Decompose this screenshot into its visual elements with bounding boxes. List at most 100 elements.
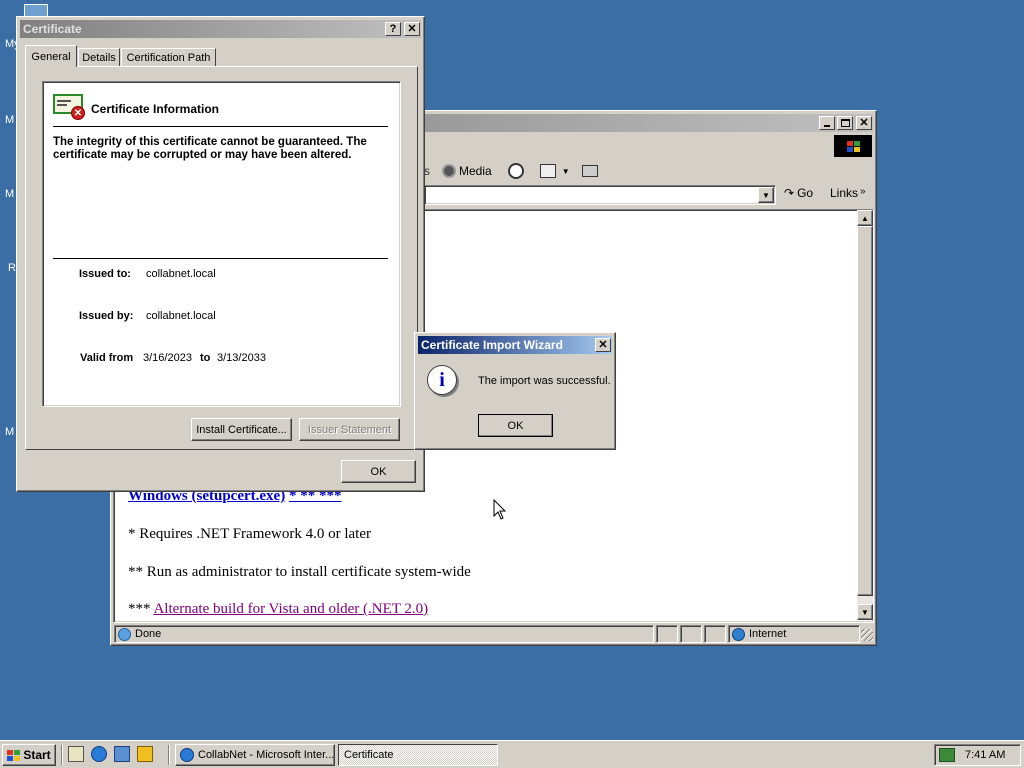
address-row: ▼ ↷ Go Links » [424,184,876,206]
tab-general[interactable]: General [25,45,77,67]
zone-label: Internet [749,628,787,640]
desktop-icon-label[interactable]: M [5,114,14,126]
internet-explorer-icon[interactable] [91,746,107,762]
desktop-icon-label[interactable]: M [5,188,14,200]
import-wizard-title: Certificate Import Wizard [421,338,563,352]
media-label: Media [459,164,492,178]
desktop-icon-label[interactable]: M [5,426,14,438]
issued-to-label: Issued to: [79,268,131,280]
minimize-button[interactable] [819,116,835,130]
status-panel-b [680,625,702,643]
close-icon: ✕ [407,22,417,35]
alternate-build-link[interactable]: Alternate build for Vista and older (.NE… [153,601,428,617]
internet-globe-icon [732,627,745,641]
chevron-right-double-icon: » [860,186,866,197]
status-text-panel: Done [114,625,654,643]
maximize-icon [840,119,850,127]
info-heading: Certificate Information [91,102,220,116]
windows-logo-throbber [834,135,872,157]
clock[interactable]: 7:41 AM [965,749,1005,761]
maximize-button[interactable] [837,116,853,130]
start-button[interactable]: Start [2,744,56,766]
tab-certification-path[interactable]: Certification Path [121,48,216,67]
browser-toolbar: s Media ▼ [424,159,874,183]
media-player-icon[interactable] [137,746,153,762]
certificate-dialog: Certificate ? ✕ General Details Certific… [16,16,425,492]
tab-panel: ✕ Certificate Information The integrity … [25,66,418,450]
info-icon: i [427,365,457,395]
tab-general-label: General [31,50,71,63]
outlook-express-icon[interactable] [114,746,130,762]
help-button[interactable]: ? [385,22,401,36]
heading-divider [53,126,388,127]
content-line-3: ** Run as administrator to install certi… [128,564,471,580]
close-icon: ✕ [598,338,608,351]
tab-certification-path-label: Certification Path [126,52,211,64]
resize-grip-icon[interactable] [861,629,873,641]
import-message: The import was successful. [478,375,611,387]
content-line-4-prefix: *** [128,601,151,617]
close-button[interactable]: ✕ [856,116,872,130]
status-text: Done [135,628,162,640]
content-line-4: *** Alternate build for Vista and older … [128,601,428,618]
task-label: CollabNet - Microsoft Inter... [198,749,334,761]
details-divider [53,258,388,259]
history-icon[interactable] [507,163,524,179]
desktop-icon-label[interactable]: R [8,262,16,274]
issuer-statement-button[interactable]: Issuer Statement [299,418,400,441]
start-label: Start [23,748,51,762]
address-input[interactable] [424,185,776,205]
go-button[interactable]: ↷ Go [784,186,813,200]
media-button[interactable]: Media [442,164,492,178]
valid-to-value: 3/13/2033 [217,352,266,364]
issued-to-value: collabnet.local [146,268,216,280]
ok-button[interactable]: OK [478,414,553,437]
task-label: Certificate [344,749,394,761]
windows-flag-icon [846,140,860,152]
issued-by-value: collabnet.local [146,310,216,322]
valid-to-label: to [200,352,211,364]
page-done-icon [118,627,131,641]
media-icon [442,164,456,178]
taskbar-separator [168,745,170,765]
internet-explorer-icon [180,748,194,762]
valid-from-value: 3/16/2023 [143,352,192,364]
network-icon[interactable] [939,748,955,762]
tab-details-label: Details [82,52,116,64]
certificate-titlebar[interactable]: Certificate ? ✕ [20,20,421,38]
scroll-up-button[interactable]: ▲ [857,210,873,226]
zone-panel: Internet [728,625,860,643]
chevron-down-icon: ▼ [762,190,770,200]
taskbar: Start CollabNet - Microsoft Inter... Cer… [0,740,1024,768]
certificate-error-icon: ✕ [53,92,85,120]
close-button[interactable]: ✕ [595,338,611,352]
mail-icon[interactable] [539,164,556,178]
certificate-title: Certificate [23,22,82,36]
print-icon[interactable] [581,165,598,177]
task-button-browser[interactable]: CollabNet - Microsoft Inter... [175,744,335,766]
address-dropdown-button[interactable]: ▼ [758,187,774,203]
tab-details[interactable]: Details [78,48,120,67]
links-label: Links [830,186,859,200]
go-label: Go [797,186,814,200]
windows-flag-icon [7,749,21,761]
mouse-cursor-icon [493,499,507,520]
help-icon: ? [389,22,397,35]
ok-button[interactable]: OK [341,460,416,483]
scroll-thumb[interactable] [857,226,873,596]
task-button-certificate[interactable]: Certificate [338,744,498,766]
quick-launch [68,746,153,762]
status-panel-a [656,625,678,643]
integrity-warning: The integrity of this certificate cannot… [53,136,367,161]
links-button[interactable]: Links » [830,186,866,200]
import-wizard-dialog: Certificate Import Wizard ✕ i The import… [414,332,616,450]
mail-dropdown-icon[interactable]: ▼ [562,167,570,176]
arrow-down-icon: ▼ [861,607,869,617]
issued-by-label: Issued by: [79,310,134,322]
install-certificate-button[interactable]: Install Certificate... [191,418,292,441]
close-button[interactable]: ✕ [404,22,420,36]
import-wizard-titlebar[interactable]: Certificate Import Wizard ✕ [418,336,612,354]
show-desktop-icon[interactable] [68,746,84,762]
vertical-scrollbar[interactable]: ▲ ▼ [857,210,873,620]
scroll-down-button[interactable]: ▼ [857,604,873,620]
